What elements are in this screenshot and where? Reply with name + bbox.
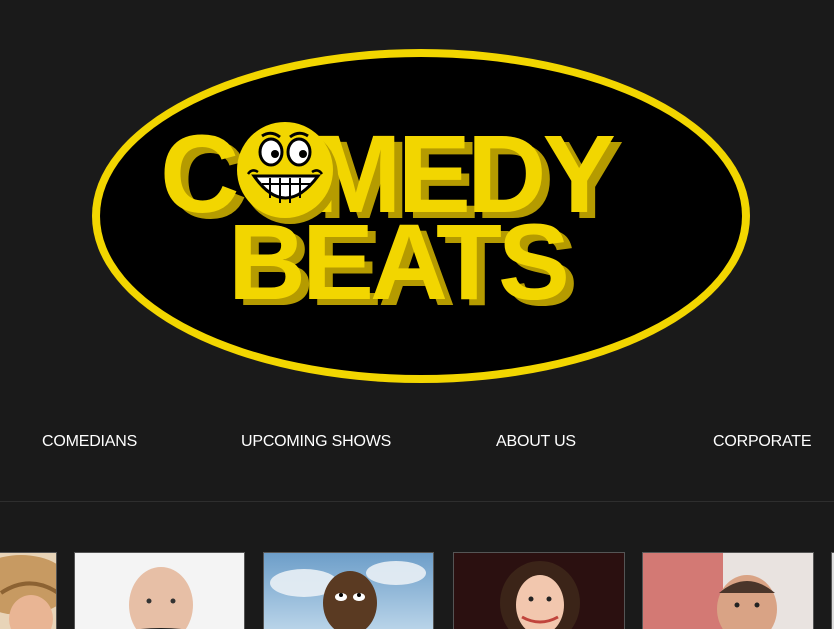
comedian-photo-man-red-icon — [643, 553, 813, 629]
comedian-thumb-1[interactable] — [0, 552, 57, 629]
nav-about-us[interactable]: ABOUT US — [496, 433, 576, 451]
nav-upcoming-shows[interactable]: UPCOMING SHOWS — [241, 433, 391, 451]
nav-divider — [0, 501, 834, 502]
comedian-thumb-2[interactable] — [74, 552, 245, 629]
nav-corporate[interactable]: CORPORATE — [713, 433, 812, 451]
main-nav: COMEDIANS UPCOMING SHOWS ABOUT US CORPOR… — [0, 425, 834, 465]
comedian-carousel — [0, 552, 834, 629]
comedian-thumb-3[interactable] — [263, 552, 434, 629]
nav-comedians[interactable]: COMEDIANS — [42, 433, 137, 451]
comedian-photo-hat-icon — [0, 553, 56, 629]
comedian-thumb-5[interactable] — [642, 552, 814, 629]
comedian-thumb-4[interactable] — [453, 552, 625, 629]
comedian-photo-bald-man-icon — [75, 553, 244, 629]
svg-text:C: C — [160, 113, 237, 236]
comedian-photo-woman-icon — [454, 553, 624, 629]
header-logo-area: C MEDY BEATS C MEDY BEATS — [0, 0, 834, 410]
page: C MEDY BEATS C MEDY BEATS COMEDIANS UPCO… — [0, 0, 834, 629]
comedian-photo-man-sky-icon — [264, 553, 433, 629]
comedy-beats-logo[interactable]: C MEDY BEATS C MEDY BEATS — [0, 0, 834, 410]
